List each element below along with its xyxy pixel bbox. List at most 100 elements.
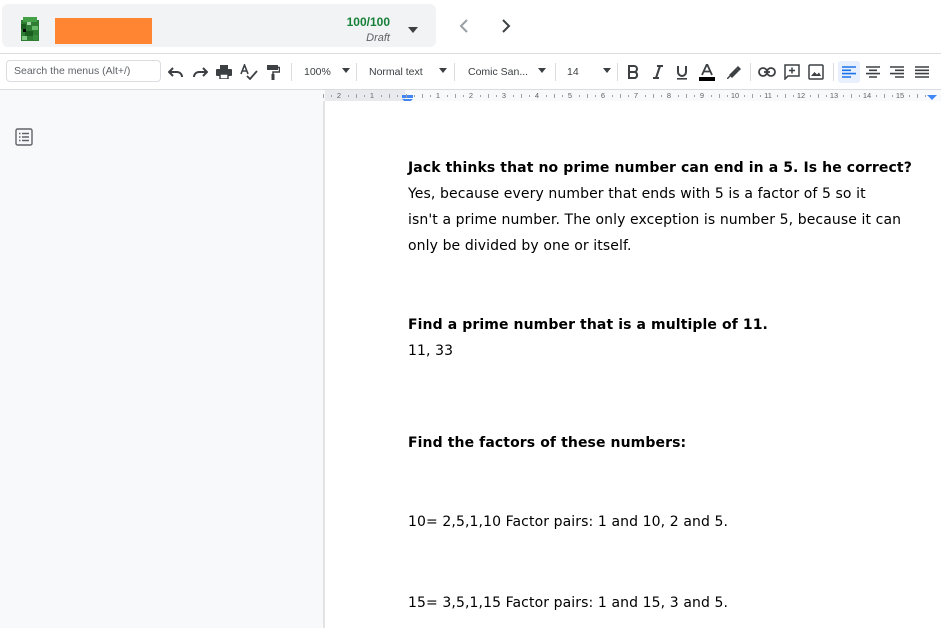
ruler-tick — [579, 95, 580, 97]
ruler-tick — [917, 94, 918, 98]
font-family-select[interactable]: Comic San... — [464, 62, 546, 82]
ruler-number: 6 — [600, 91, 606, 100]
answer-1-line-1: Yes, because every number that ends with… — [408, 186, 866, 202]
ruler-tick — [430, 95, 431, 97]
top-bar: 100/100 Draft — [0, 0, 941, 54]
grade-score: 100/100 — [346, 15, 390, 29]
ruler-tick — [587, 94, 588, 98]
chevron-right-icon — [502, 19, 511, 33]
toolbar-separator — [750, 63, 751, 81]
ruler-tick — [323, 94, 324, 98]
ruler-tick — [612, 95, 613, 97]
chevron-left-icon — [459, 19, 468, 33]
spellcheck-icon[interactable] — [239, 62, 259, 82]
italic-icon[interactable] — [648, 62, 668, 82]
avatar-icon — [18, 16, 42, 44]
ruler-tick — [727, 95, 728, 97]
ruler-tick — [331, 95, 332, 97]
chevron-down-icon — [538, 68, 546, 73]
font-family-value: Comic San... — [468, 66, 529, 78]
ruler-tick — [546, 95, 547, 97]
highlight-icon[interactable] — [724, 62, 744, 82]
ruler-tick — [463, 95, 464, 97]
grade-dropdown-button[interactable] — [402, 21, 424, 39]
next-student-button[interactable] — [494, 14, 518, 38]
ruler-tick — [414, 95, 415, 97]
toolbar-separator — [454, 63, 455, 81]
ruler-number: 2 — [468, 91, 474, 100]
undo-icon[interactable] — [166, 62, 186, 82]
search-menus-input[interactable] — [6, 60, 161, 82]
ruler-tick — [859, 95, 860, 97]
align-center-icon[interactable] — [863, 62, 883, 82]
ruler-tick — [620, 94, 621, 98]
toolbar-separator — [617, 63, 618, 81]
outline-icon[interactable] — [15, 128, 33, 146]
ruler-tick — [711, 95, 712, 97]
underline-icon[interactable] — [672, 62, 692, 82]
ruler-tick — [760, 95, 761, 97]
ruler-tick — [406, 94, 407, 98]
ruler-tick — [694, 95, 695, 97]
ruler-tick — [645, 95, 646, 97]
ruler-number: 14 — [862, 91, 872, 100]
chevron-down-icon — [342, 68, 350, 73]
link-icon[interactable] — [757, 62, 777, 82]
ruler-number: 1 — [369, 91, 375, 100]
text-color-icon[interactable] — [697, 62, 717, 82]
comment-icon[interactable] — [782, 62, 802, 82]
toolbar: 100% Normal text Comic San... 14 — [0, 54, 941, 89]
answer-1-line-3: only be divided by one or itself. — [408, 238, 632, 254]
ruler-tick — [851, 94, 852, 98]
ruler-tick — [810, 95, 811, 97]
ruler-tick — [529, 95, 530, 97]
ruler-tick — [925, 95, 926, 97]
paragraph-style-value: Normal text — [369, 66, 423, 78]
ruler-tick — [381, 95, 382, 97]
chevron-down-icon — [603, 68, 611, 73]
ruler-tick — [777, 95, 778, 97]
ruler-tick — [513, 95, 514, 97]
ruler-tick — [562, 95, 563, 97]
ruler-tick — [884, 94, 885, 98]
ruler-tick — [661, 95, 662, 97]
paragraph-style-select[interactable]: Normal text — [365, 62, 447, 82]
font-size-value: 14 — [567, 66, 579, 78]
ruler-tick — [752, 94, 753, 98]
ruler-tick — [785, 94, 786, 98]
ruler-tick — [826, 95, 827, 97]
font-size-select[interactable]: 14 — [563, 62, 611, 82]
ruler-number: 11 — [764, 91, 772, 100]
grading-panel: 100/100 Draft — [2, 4, 436, 47]
align-right-icon[interactable] — [887, 62, 907, 82]
ruler-number: 10 — [730, 91, 740, 100]
ruler-number: 15 — [895, 91, 905, 100]
redo-icon[interactable] — [190, 62, 210, 82]
answer-3-line-1: 10= 2,5,1,10 Factor pairs: 1 and 10, 2 a… — [408, 514, 729, 530]
ruler-number: 5 — [567, 91, 573, 100]
ruler-tick — [447, 95, 448, 97]
ruler-tick — [678, 95, 679, 97]
ruler-tick — [744, 95, 745, 97]
align-left-icon[interactable] — [838, 61, 860, 83]
chevron-down-icon — [408, 27, 418, 33]
ruler-tick — [554, 94, 555, 98]
question-2: Find a prime number that is a multiple o… — [408, 317, 768, 333]
zoom-select[interactable]: 100% — [300, 62, 350, 82]
ruler-number: 3 — [501, 91, 507, 100]
previous-student-button[interactable] — [452, 14, 476, 38]
student-name-redacted — [55, 18, 152, 44]
ruler-tick — [719, 94, 720, 98]
question-3: Find the factors of these numbers: — [408, 435, 687, 451]
bold-icon[interactable] — [623, 62, 643, 82]
image-icon[interactable] — [806, 62, 826, 82]
print-icon[interactable] — [214, 62, 234, 82]
ruler-number: 2 — [336, 91, 342, 100]
ruler-tick — [892, 95, 893, 97]
document-page[interactable]: Jack thinks that no prime number can end… — [325, 101, 941, 628]
paint-format-icon[interactable] — [263, 62, 283, 82]
justify-icon[interactable] — [912, 62, 932, 82]
outline-pane — [0, 101, 323, 628]
ruler-tick — [455, 94, 456, 98]
toolbar-separator — [833, 63, 834, 81]
